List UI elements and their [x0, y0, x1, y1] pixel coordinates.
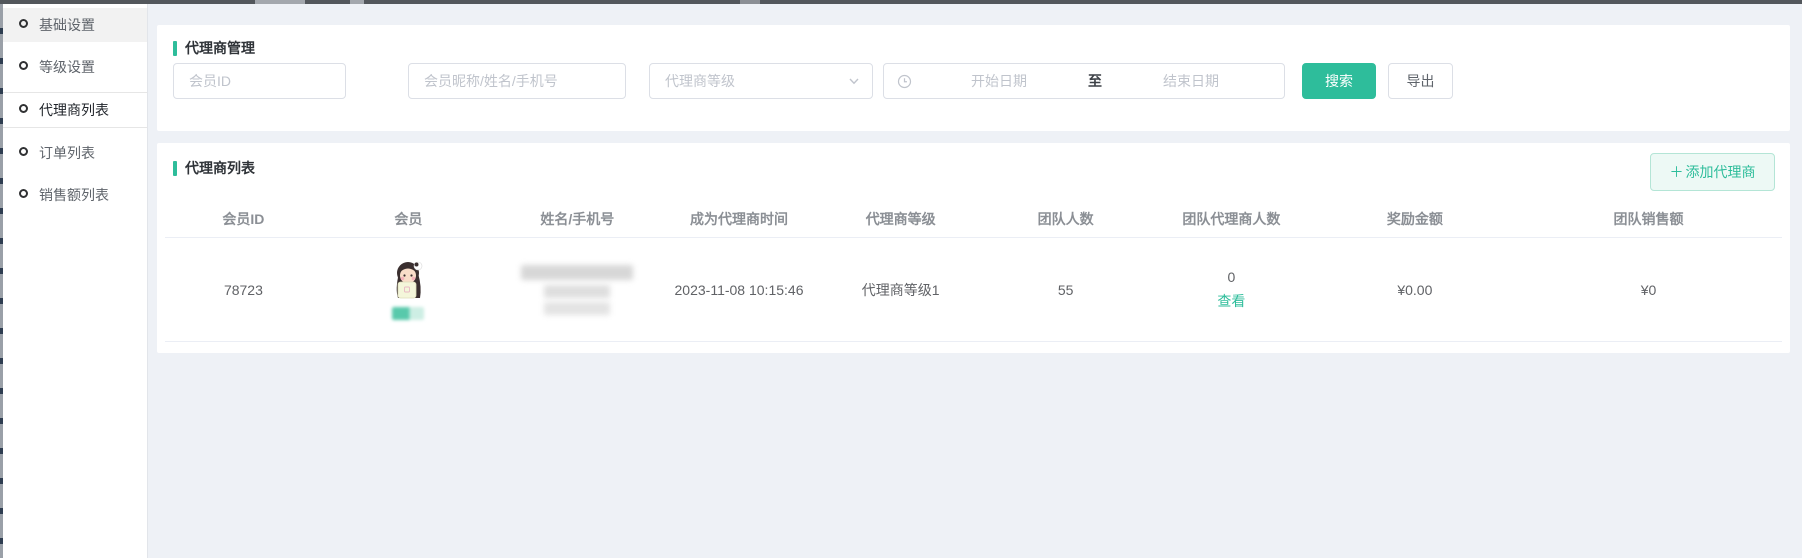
- col-header-member-id: 会员ID: [165, 209, 322, 229]
- sidebar-item-level-settings[interactable]: 等级设置: [3, 50, 147, 84]
- filter-section-title: 代理商管理: [173, 38, 255, 58]
- agent-filter-card: 代理商管理 代理商等级 开始日期 至: [157, 25, 1790, 131]
- member-tag-blurred: [392, 307, 424, 320]
- export-button[interactable]: 导出: [1388, 63, 1453, 99]
- avatar: [387, 259, 429, 301]
- agent-admin-page: 基础设置 等级设置 代理商列表 订单列表 销售额列表: [0, 0, 1802, 558]
- sidebar-item-order-list[interactable]: 订单列表: [3, 136, 147, 170]
- sidebar-item-basic-settings[interactable]: 基础设置: [3, 8, 147, 42]
- circle-icon: [19, 147, 28, 156]
- col-header-reward-amount: 奖励金额: [1315, 209, 1516, 229]
- view-link[interactable]: 查看: [1217, 291, 1245, 311]
- cell-member-id: 78723: [165, 282, 322, 298]
- cell-team-count: 55: [983, 282, 1148, 298]
- main-content: 代理商管理 代理商等级 开始日期 至: [148, 4, 1802, 558]
- table-header-row: 会员ID 会员 姓名/手机号 成为代理商时间 代理商等级 团队人数 团队代理商人…: [165, 200, 1782, 238]
- add-agent-label: 添加代理商: [1686, 162, 1756, 182]
- cell-team-sales: ¥0: [1515, 282, 1782, 298]
- date-start-placeholder: 开始日期: [916, 71, 1082, 91]
- sidebar: 基础设置 等级设置 代理商列表 订单列表 销售额列表: [3, 4, 148, 558]
- sidebar-item-label: 订单列表: [39, 145, 95, 161]
- agent-level-select[interactable]: 代理商等级: [649, 63, 873, 99]
- team-agent-count-value: 0: [1227, 269, 1235, 285]
- circle-icon: [19, 104, 28, 113]
- cell-member: [322, 259, 495, 320]
- list-title: 代理商列表: [185, 158, 255, 178]
- circle-icon: [19, 189, 28, 198]
- title-accent-bar: [173, 41, 177, 56]
- clock-icon: [897, 74, 912, 89]
- list-section-title: 代理商列表: [173, 158, 255, 178]
- title-accent-bar: [173, 161, 177, 176]
- search-button[interactable]: 搜索: [1302, 63, 1376, 99]
- circle-icon: [19, 61, 28, 70]
- sidebar-item-label: 等级设置: [39, 59, 95, 75]
- col-header-become-time: 成为代理商时间: [660, 209, 818, 229]
- col-header-agent-level: 代理商等级: [818, 209, 983, 229]
- agent-list-card: 代理商列表 ＋ 添加代理商 会员ID 会员 姓名/手机号 成为代理商时间 代理商…: [157, 143, 1790, 353]
- member-id-input[interactable]: [173, 63, 346, 99]
- sidebar-menu: 基础设置 等级设置 代理商列表 订单列表 销售额列表: [3, 4, 147, 212]
- col-header-name-phone: 姓名/手机号: [495, 209, 660, 229]
- cell-reward-amount: ¥0.00: [1315, 282, 1516, 298]
- date-range-separator: 至: [1082, 71, 1108, 91]
- cell-name-phone: [495, 265, 660, 315]
- table-row: 78723: [165, 238, 1782, 342]
- sidebar-item-label: 销售额列表: [39, 187, 109, 203]
- add-agent-button[interactable]: ＋ 添加代理商: [1650, 153, 1775, 191]
- col-header-team-sales: 团队销售额: [1515, 209, 1782, 229]
- cell-team-agent-count: 0 查看: [1148, 269, 1315, 311]
- col-header-team-agent-count: 团队代理商人数: [1148, 209, 1315, 229]
- circle-icon: [19, 19, 28, 28]
- cell-become-time: 2023-11-08 10:15:46: [660, 282, 818, 298]
- blurred-phone-line: [544, 302, 610, 315]
- agent-level-placeholder: 代理商等级: [665, 71, 848, 91]
- blurred-name-line: [521, 265, 633, 280]
- page-title: 代理商管理: [185, 38, 255, 58]
- filter-row: 代理商等级 开始日期 至 结束日期 搜索 导出: [173, 63, 1453, 99]
- col-header-member: 会员: [322, 209, 495, 229]
- cell-agent-level: 代理商等级1: [818, 280, 983, 300]
- sidebar-item-sales-list[interactable]: 销售额列表: [3, 178, 147, 212]
- sidebar-item-agent-list[interactable]: 代理商列表: [3, 92, 147, 128]
- member-name-input[interactable]: [408, 63, 626, 99]
- date-range-picker[interactable]: 开始日期 至 结束日期: [883, 63, 1285, 99]
- chevron-down-icon: [848, 75, 860, 87]
- plus-icon: ＋: [1670, 162, 1684, 182]
- sidebar-item-label: 基础设置: [39, 17, 95, 33]
- blurred-phone-line: [544, 285, 610, 298]
- date-end-placeholder: 结束日期: [1108, 71, 1274, 91]
- col-header-team-count: 团队人数: [983, 209, 1148, 229]
- sidebar-item-label: 代理商列表: [39, 102, 109, 118]
